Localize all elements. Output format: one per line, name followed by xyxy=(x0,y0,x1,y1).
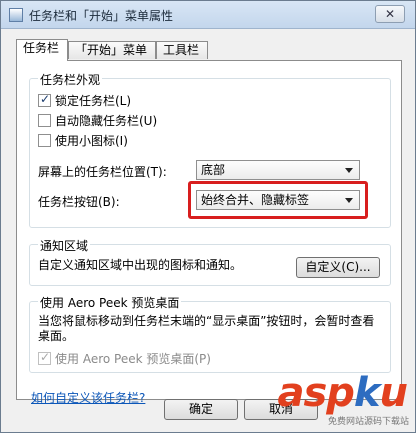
appearance-group: 任务栏外观 锁定任务栏(L) 自动隐藏任务栏(U) 使用小图标(I) 屏幕上的任… xyxy=(29,71,391,228)
aero-peek-checkbox xyxy=(38,350,51,365)
properties-window: 任务栏和「开始」菜单属性 ✕ 任务栏 「开始」菜单 工具栏 任务栏外观 锁定任务… xyxy=(0,0,416,433)
location-dropdown-value: 底部 xyxy=(201,163,226,177)
taskbar-buttons-dropdown[interactable]: 始终合并、隐藏标签 xyxy=(196,190,360,210)
notification-group-title: 通知区域 xyxy=(38,237,91,254)
tab-start-menu[interactable]: 「开始」菜单 xyxy=(68,41,156,59)
lock-taskbar-checkbox[interactable] xyxy=(38,92,51,107)
small-icons-row[interactable]: 使用小图标(I) xyxy=(38,132,128,148)
title-bar[interactable]: 任务栏和「开始」菜单属性 ✕ xyxy=(1,1,415,29)
taskbar-tab-panel: 任务栏外观 锁定任务栏(L) 自动隐藏任务栏(U) 使用小图标(I) 屏幕上的任… xyxy=(16,60,402,405)
auto-hide-label: 自动隐藏任务栏(U) xyxy=(55,113,158,128)
watermark-brand: aspku xyxy=(277,370,408,416)
window-title: 任务栏和「开始」菜单属性 xyxy=(29,9,174,23)
auto-hide-row[interactable]: 自动隐藏任务栏(U) xyxy=(38,112,157,128)
tab-toolbars[interactable]: 工具栏 xyxy=(156,41,208,59)
watermark-logo: aspku 免费网站源码下载站 xyxy=(273,370,413,427)
notification-group: 通知区域 自定义通知区域中出现的图标和通知。 自定义(C)... xyxy=(29,237,391,286)
location-dropdown[interactable]: 底部 xyxy=(196,160,360,180)
customize-button[interactable]: 自定义(C)... xyxy=(296,257,380,278)
ok-button[interactable]: 确定 xyxy=(164,399,238,420)
auto-hide-checkbox[interactable] xyxy=(38,113,51,127)
aero-peek-row: 使用 Aero Peek 预览桌面(P) xyxy=(38,350,211,366)
tab-taskbar[interactable]: 任务栏 xyxy=(16,39,68,61)
buttons-label: 任务栏按钮(B): xyxy=(38,195,120,209)
lock-taskbar-label: 锁定任务栏(L) xyxy=(55,93,132,108)
chevron-down-icon xyxy=(345,198,353,203)
taskbar-buttons-dropdown-value: 始终合并、隐藏标签 xyxy=(201,193,310,207)
notification-description: 自定义通知区域中出现的图标和通知。 xyxy=(38,258,243,272)
dialog-client: 任务栏 「开始」菜单 工具栏 任务栏外观 锁定任务栏(L) 自动隐藏任务栏(U)… xyxy=(8,30,410,428)
appearance-group-title: 任务栏外观 xyxy=(38,71,103,88)
help-link[interactable]: 如何自定义该任务栏? xyxy=(31,389,145,406)
close-button[interactable]: ✕ xyxy=(375,5,405,23)
small-icons-label: 使用小图标(I) xyxy=(55,133,128,148)
small-icons-checkbox[interactable] xyxy=(38,133,51,147)
window-icon xyxy=(9,8,23,22)
aero-peek-group: 使用 Aero Peek 预览桌面 当您将鼠标移动到任务栏末端的“显示桌面”按钮… xyxy=(29,294,391,373)
chevron-down-icon xyxy=(345,168,353,173)
location-label: 屏幕上的任务栏位置(T): xyxy=(38,165,167,179)
watermark-subtitle: 免费网站源码下载站 xyxy=(327,417,409,427)
aero-peek-description: 当您将鼠标移动到任务栏末端的“显示桌面”按钮时，会暂时查看桌面。 xyxy=(38,314,375,343)
aero-peek-label: 使用 Aero Peek 预览桌面(P) xyxy=(55,351,211,366)
lock-taskbar-row[interactable]: 锁定任务栏(L) xyxy=(38,92,131,108)
aero-peek-group-title: 使用 Aero Peek 预览桌面 xyxy=(38,294,182,311)
